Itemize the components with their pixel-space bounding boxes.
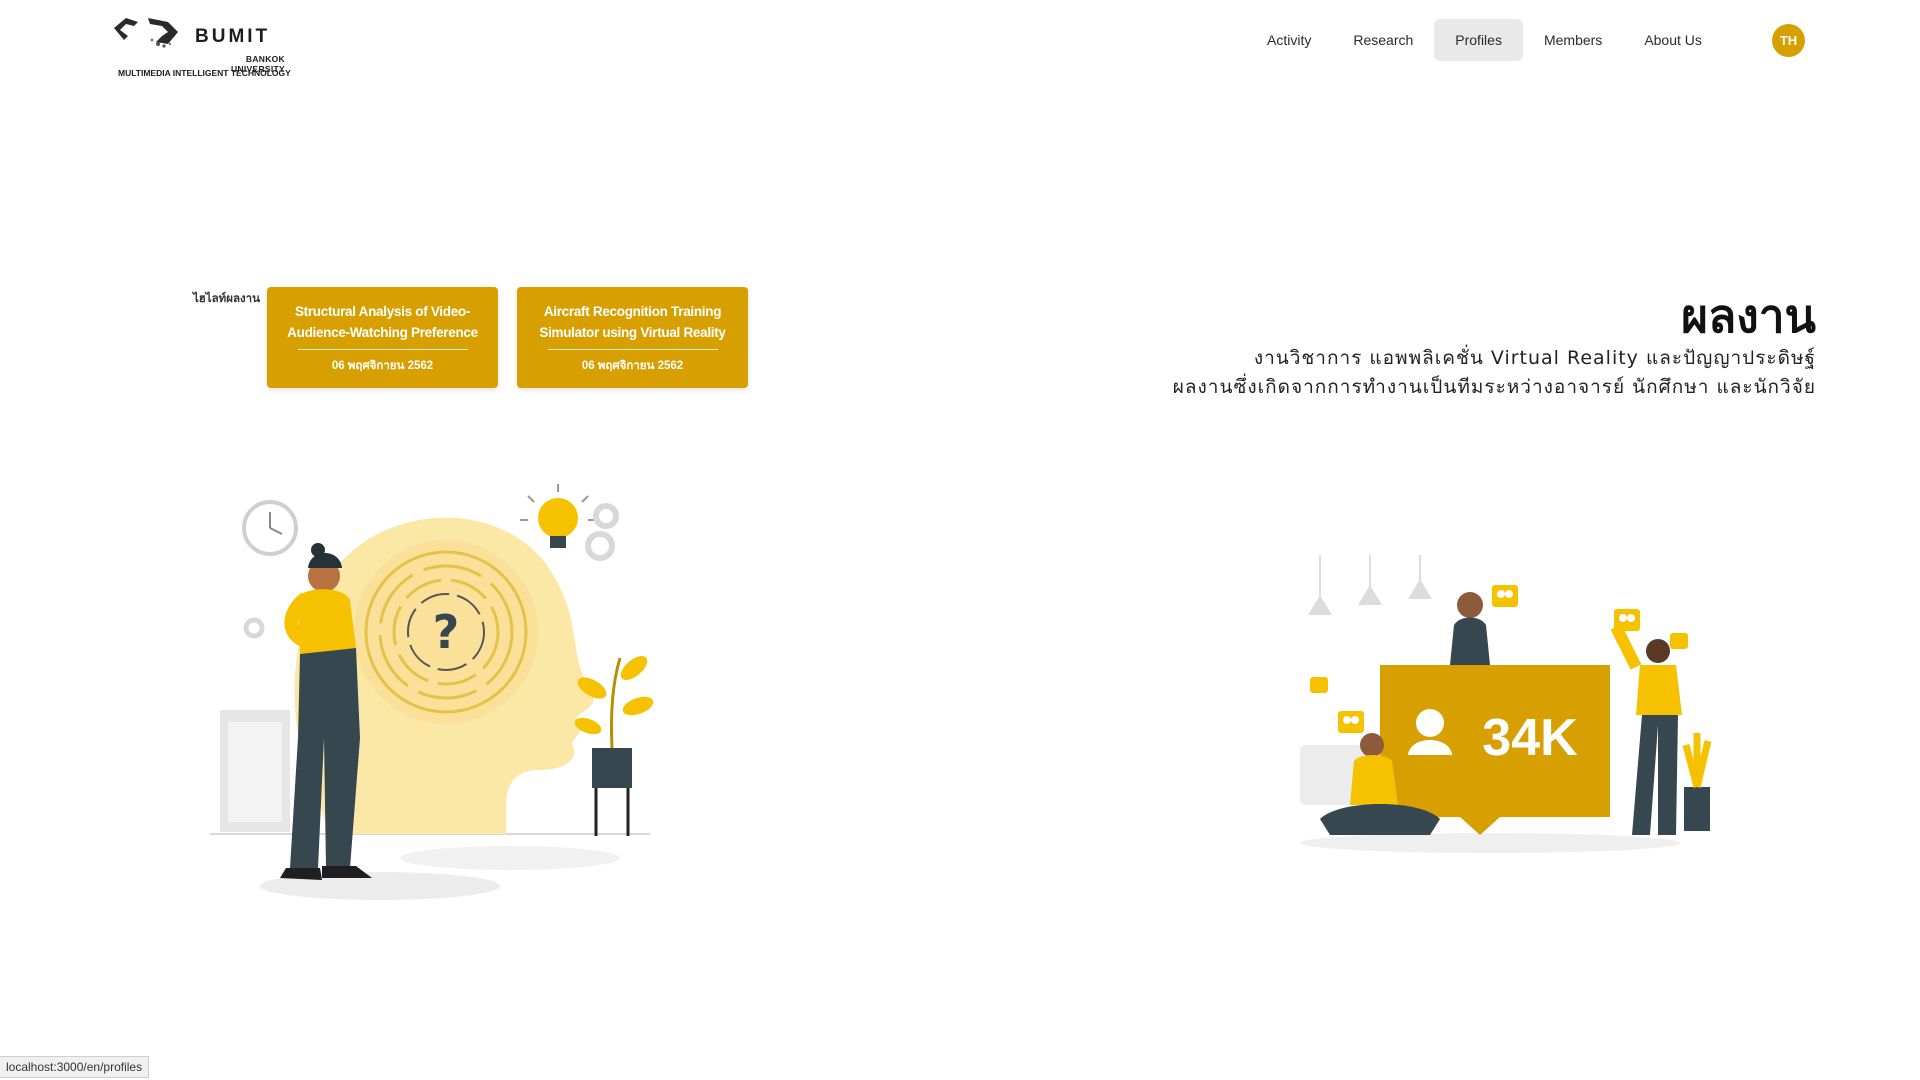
description-line: ผลงานซึ่งเกิดจากการทำงานเป็นทีมระหว่างอา… [1172, 376, 1816, 398]
nav-item-activity[interactable]: Activity [1246, 19, 1332, 61]
description-line: งานวิชาการ แอพพลิเคชั่น Virtual Reality … [1253, 347, 1816, 369]
nav-item-research[interactable]: Research [1332, 19, 1434, 61]
card-divider [547, 349, 718, 350]
card-date: 06 พฤศจิกายน 2562 [581, 360, 684, 372]
page: BUMIT BANKOK UNIVERSITY MULTIMEDIA INTEL… [0, 0, 1920, 1080]
brand-logo[interactable]: BUMIT BANKOK UNIVERSITY MULTIMEDIA INTEL… [112, 12, 292, 78]
question-mark-icon: ? [433, 605, 460, 659]
highlight-label: ไฮไลท์ผลงาน [193, 293, 260, 305]
page-description: งานวิชาการ แอพพลิเคชั่น Virtual Reality … [1173, 344, 1816, 402]
user-icon [1416, 709, 1444, 737]
card-divider [297, 349, 468, 350]
social-media-34k-followers-illustration: 34K [1300, 555, 1712, 853]
page-title: ผลงาน [1681, 289, 1816, 343]
highlight-card[interactable]: Aircraft Recognition Training Simulator … [517, 287, 748, 388]
brand-name: BUMIT [195, 26, 271, 47]
brand-line2: MULTIMEDIA INTELLIGENT TECHNOLOGY [118, 68, 291, 78]
highlight-card[interactable]: Structural Analysis of Video-Audience-Wa… [267, 287, 498, 388]
followers-count: 34K [1482, 709, 1578, 767]
nav-item-about-us[interactable]: About Us [1623, 19, 1723, 61]
card-title: Structural Analysis of Video-Audience-Wa… [287, 304, 478, 340]
language-toggle-button[interactable]: TH [1772, 24, 1805, 57]
thinking-woman-maze-head-illustration: ? [210, 484, 654, 900]
nav-item-members[interactable]: Members [1523, 19, 1623, 61]
browser-status-url: localhost:3000/en/profiles [0, 1056, 150, 1078]
card-title: Aircraft Recognition Training Simulator … [539, 304, 726, 340]
bumit-logo-icon [114, 18, 178, 48]
main-nav: Activity Research Profiles Members About… [1246, 19, 1723, 61]
nav-item-profiles[interactable]: Profiles [1434, 19, 1523, 61]
card-date: 06 พฤศจิกายน 2562 [331, 360, 434, 372]
